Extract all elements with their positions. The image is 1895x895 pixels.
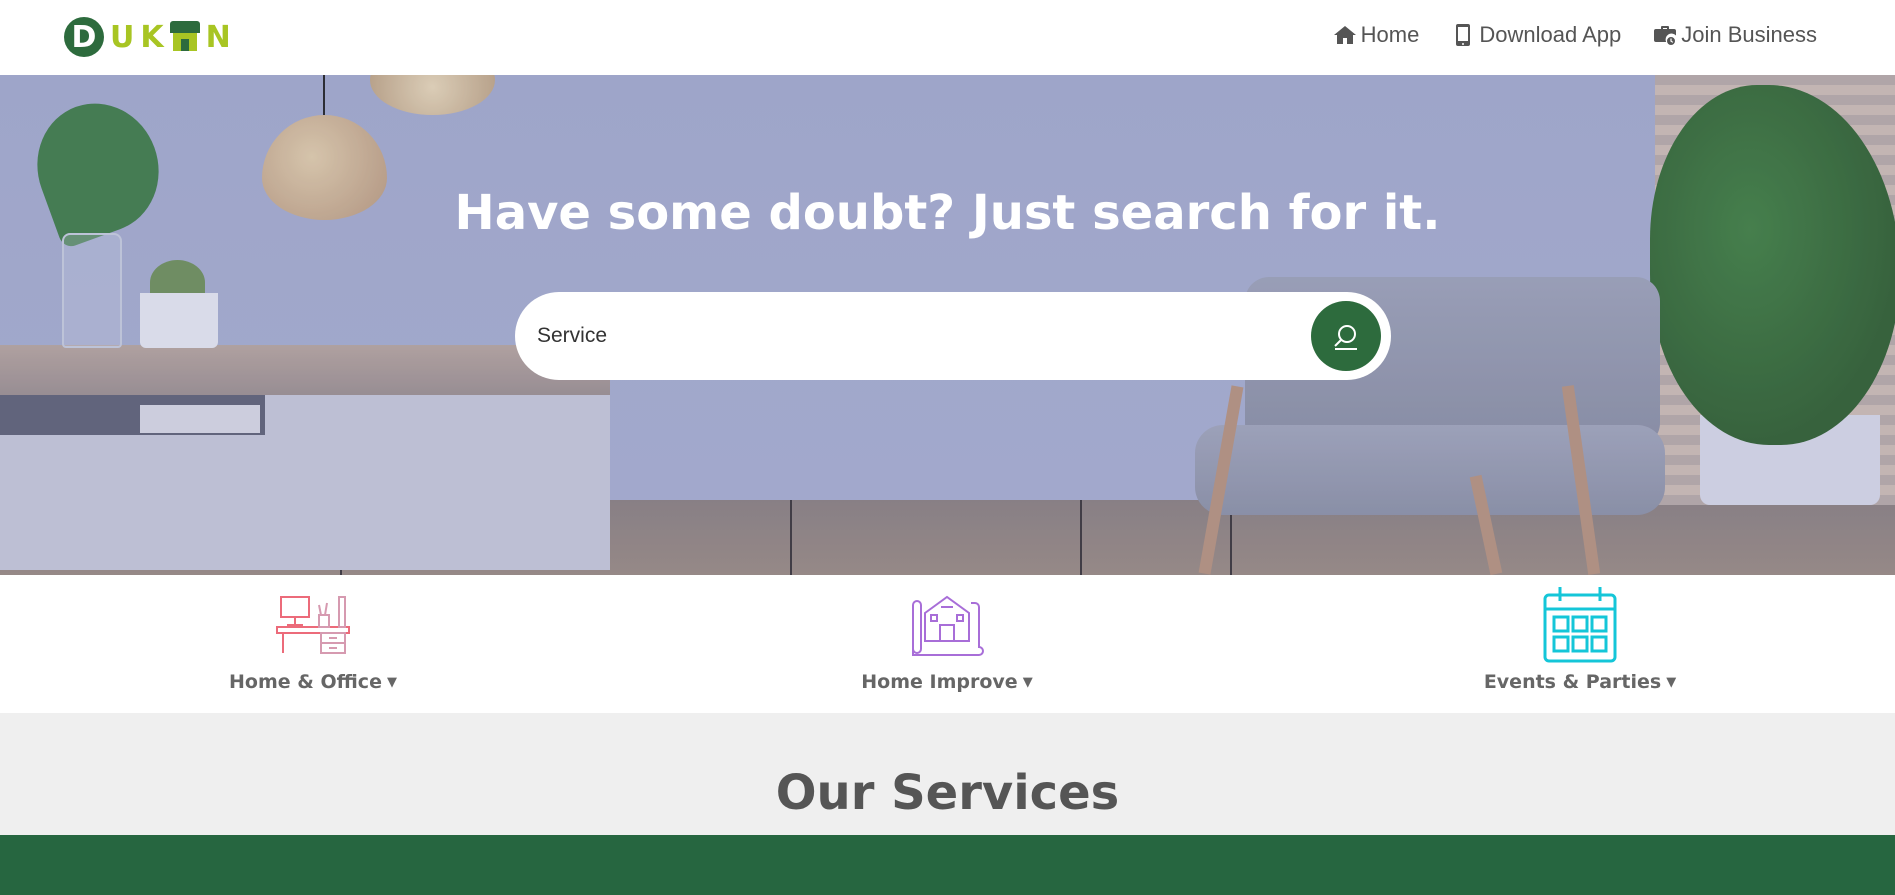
nav-download-app[interactable]: Download App [1451, 22, 1621, 48]
category-home-office-label: Home & Office ▼ [229, 671, 397, 693]
chevron-down-icon: ▼ [1022, 674, 1033, 690]
logo-shop-icon [169, 21, 200, 53]
category-events-parties-label: Events & Parties ▼ [1483, 671, 1677, 693]
nav-home-label: Home [1360, 22, 1420, 47]
search-button[interactable] [1311, 301, 1381, 371]
top-navbar: D U K N Home Download App Join Business [0, 0, 1895, 75]
category-strip: Home & Office ▼ Home Improve ▼ Events & … [0, 575, 1895, 713]
category-home-office[interactable]: Home & Office ▼ [163, 575, 463, 713]
nav-join-business[interactable]: Join Business [1653, 22, 1817, 48]
house-plan-icon [912, 595, 984, 656]
nav-download-app-label: Download App [1479, 22, 1622, 47]
services-section: Our Services [0, 713, 1895, 835]
category-events-parties[interactable]: Events & Parties ▼ [1430, 575, 1730, 713]
home-icon [1333, 26, 1356, 44]
nav-home[interactable]: Home [1333, 22, 1420, 48]
dukan-logo[interactable]: D U K N [64, 17, 237, 57]
mobile-icon [1456, 24, 1471, 46]
hero-banner: Have some doubt? Just search for it. [0, 75, 1895, 575]
services-title: Our Services [775, 765, 1120, 821]
chevron-down-icon: ▼ [1666, 674, 1677, 690]
nav-join-business-label: Join Business [1681, 22, 1817, 47]
search-input[interactable] [537, 292, 1297, 380]
hero-title: Have some doubt? Just search for it. [454, 185, 1441, 241]
category-home-improve[interactable]: Home Improve ▼ [797, 575, 1097, 713]
search-bar [515, 292, 1391, 380]
category-home-improve-label: Home Improve ▼ [861, 671, 1033, 693]
search-icon [1334, 325, 1357, 350]
logo-mark: D [64, 17, 104, 57]
chevron-down-icon: ▼ [386, 674, 397, 690]
briefcase-clock-icon [1654, 26, 1677, 45]
main-nav: Home Download App Join Business [1333, 22, 1817, 48]
desk-icon [276, 596, 350, 654]
calendar-icon [1543, 587, 1617, 663]
services-band [0, 835, 1895, 895]
